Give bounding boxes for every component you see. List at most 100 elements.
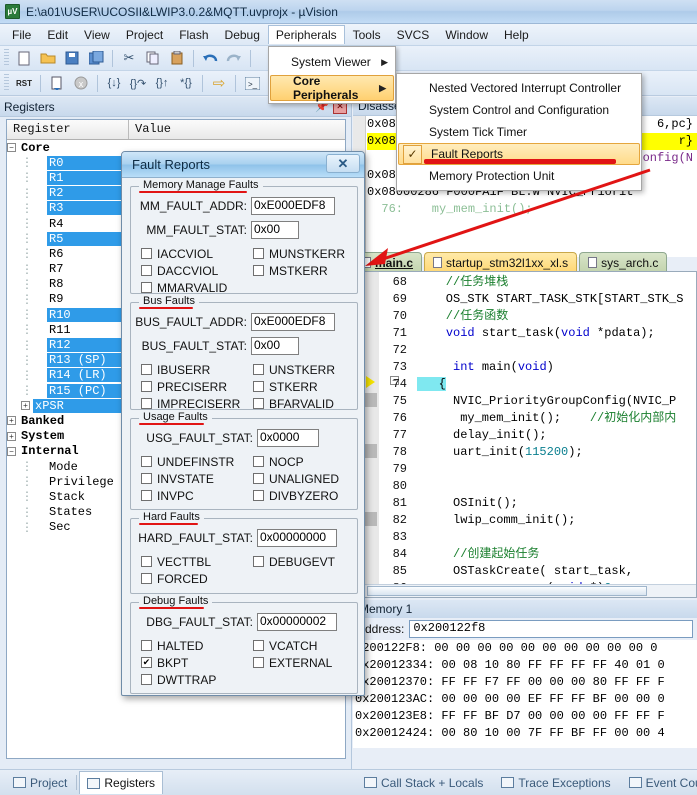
checkbox-vcatch[interactable]: VCATCH bbox=[253, 637, 332, 654]
menu-tools[interactable]: Tools bbox=[345, 25, 389, 45]
checkbox-dwttrap[interactable]: DWTTRAP bbox=[141, 671, 216, 688]
paste-icon[interactable] bbox=[166, 48, 188, 69]
checkbox-icon[interactable] bbox=[253, 657, 264, 668]
memory-hex-rows[interactable]: x200122F8: 00 00 00 00 00 00 00 00 00 00… bbox=[353, 640, 697, 748]
menu-item-system-viewer[interactable]: System Viewer ▶ bbox=[269, 49, 395, 75]
menu-project[interactable]: Project bbox=[118, 25, 171, 45]
checkbox-ibuserr[interactable]: IBUSERR bbox=[141, 361, 240, 378]
cut-icon[interactable]: ✂ bbox=[118, 48, 140, 69]
checkbox-icon[interactable] bbox=[253, 364, 264, 375]
menu-help[interactable]: Help bbox=[496, 25, 537, 45]
step-into-icon[interactable]: {↓} bbox=[103, 73, 125, 94]
tree-toggle-icon[interactable]: + bbox=[7, 416, 16, 426]
column-header-value[interactable]: Value bbox=[129, 120, 177, 139]
checkbox-bkpt[interactable]: ✔ BKPT bbox=[141, 654, 216, 671]
toolbar-grip[interactable] bbox=[4, 49, 9, 67]
field-value[interactable]: 0xE000EDF8 bbox=[251, 196, 335, 215]
checkbox-impreciserr[interactable]: IMPRECISERR bbox=[141, 395, 240, 412]
bottom-tab-project[interactable]: Project bbox=[6, 772, 74, 794]
checkbox-icon[interactable] bbox=[141, 473, 152, 484]
bottom-tab-registers[interactable]: Registers bbox=[79, 771, 164, 794]
reset-icon[interactable]: RST bbox=[13, 73, 35, 94]
field-value[interactable]: 0x00000002 bbox=[257, 612, 337, 631]
checkbox-mmarvalid[interactable]: MMARVALID bbox=[141, 279, 227, 296]
field-value[interactable]: 0x00000000 bbox=[257, 528, 337, 547]
checkbox-undefinstr[interactable]: UNDEFINSTR bbox=[141, 453, 234, 470]
checkbox-vecttbl[interactable]: VECTTBL bbox=[141, 553, 211, 570]
editor-breakpoint-margin[interactable] bbox=[365, 272, 379, 597]
checkbox-icon[interactable] bbox=[253, 456, 264, 467]
redo-icon[interactable] bbox=[223, 48, 245, 69]
checkbox-stkerr[interactable]: STKERR bbox=[253, 378, 335, 395]
checkbox-invpc[interactable]: INVPC bbox=[141, 487, 234, 504]
submenu-item-systick[interactable]: System Tick Timer bbox=[397, 121, 641, 143]
checkbox-halted[interactable]: HALTED bbox=[141, 637, 216, 654]
editor-hscrollbar[interactable] bbox=[365, 584, 696, 597]
checkbox-nocp[interactable]: NOCP bbox=[253, 453, 339, 470]
checkbox-icon[interactable]: ✔ bbox=[141, 657, 152, 668]
memory-address-input[interactable]: 0x200122f8 bbox=[409, 620, 693, 638]
checkbox-external[interactable]: EXTERNAL bbox=[253, 654, 332, 671]
open-folder-icon[interactable] bbox=[37, 48, 59, 69]
checkbox-debugevt[interactable]: DEBUGEVT bbox=[253, 553, 335, 570]
submenu-item-system-control[interactable]: System Control and Configuration bbox=[397, 99, 641, 121]
field-value[interactable]: 0x0000 bbox=[257, 428, 319, 447]
field-value[interactable]: 0x00 bbox=[251, 220, 299, 239]
checkbox-icon[interactable] bbox=[141, 265, 152, 276]
checkbox-icon[interactable] bbox=[141, 398, 152, 409]
save-all-icon[interactable] bbox=[85, 48, 107, 69]
checkbox-unaligned[interactable]: UNALIGNED bbox=[253, 470, 339, 487]
checkbox-icon[interactable] bbox=[253, 265, 264, 276]
run-to-cursor-icon[interactable]: *{} bbox=[175, 73, 197, 94]
menu-window[interactable]: Window bbox=[437, 25, 496, 45]
checkbox-icon[interactable] bbox=[141, 248, 152, 259]
editor-hscroll-thumb[interactable] bbox=[367, 586, 647, 596]
step-out-icon[interactable]: {}↑ bbox=[151, 73, 173, 94]
tree-toggle-icon[interactable]: − bbox=[7, 143, 16, 153]
checkbox-forced[interactable]: FORCED bbox=[141, 570, 211, 587]
field-value[interactable]: 0xE000EDF8 bbox=[251, 312, 335, 331]
menu-view[interactable]: View bbox=[76, 25, 118, 45]
checkbox-munstkerr[interactable]: MUNSTKERR bbox=[253, 245, 345, 262]
checkbox-icon[interactable] bbox=[253, 398, 264, 409]
bottom-tab-trace-exceptions[interactable]: Trace Exceptions bbox=[494, 772, 617, 794]
checkbox-icon[interactable] bbox=[141, 640, 152, 651]
bottom-tab-call-stack[interactable]: Call Stack + Locals bbox=[357, 772, 490, 794]
checkbox-icon[interactable] bbox=[141, 573, 152, 584]
tree-toggle-icon[interactable]: + bbox=[7, 431, 16, 441]
submenu-item-nvic[interactable]: Nested Vectored Interrupt Controller bbox=[397, 77, 641, 99]
checkbox-icon[interactable] bbox=[253, 248, 264, 259]
menu-file[interactable]: File bbox=[4, 25, 39, 45]
copy-icon[interactable] bbox=[142, 48, 164, 69]
run-to-main-icon[interactable] bbox=[46, 73, 68, 94]
checkbox-preciserr[interactable]: PRECISERR bbox=[141, 378, 240, 395]
menu-edit[interactable]: Edit bbox=[39, 25, 76, 45]
field-value[interactable]: 0x00 bbox=[251, 336, 299, 355]
checkbox-icon[interactable] bbox=[141, 556, 152, 567]
menu-debug[interactable]: Debug bbox=[217, 25, 268, 45]
checkbox-icon[interactable] bbox=[141, 364, 152, 375]
checkbox-icon[interactable] bbox=[141, 381, 152, 392]
checkbox-iaccviol[interactable]: IACCVIOL bbox=[141, 245, 227, 262]
checkbox-icon[interactable] bbox=[141, 674, 152, 685]
new-file-icon[interactable] bbox=[13, 48, 35, 69]
checkbox-divbyzero[interactable]: DIVBYZERO bbox=[253, 487, 339, 504]
checkbox-icon[interactable] bbox=[141, 282, 152, 293]
checkbox-icon[interactable] bbox=[141, 490, 152, 501]
checkbox-icon[interactable] bbox=[253, 640, 264, 651]
dialog-titlebar[interactable]: Fault Reports ✕ bbox=[122, 152, 364, 178]
menu-peripherals[interactable]: Peripherals bbox=[267, 25, 345, 44]
checkbox-icon[interactable] bbox=[253, 473, 264, 484]
next-statement-icon[interactable]: ⇨ bbox=[208, 73, 230, 94]
command-window-icon[interactable]: >_ bbox=[241, 73, 263, 94]
checkbox-invstate[interactable]: INVSTATE bbox=[141, 470, 234, 487]
checkbox-icon[interactable] bbox=[253, 381, 264, 392]
bottom-tab-event-counters[interactable]: Event Counters bbox=[622, 772, 697, 794]
code-editor[interactable]: − 68 //任务堆栈 69 OS_STK START_TASK_STK[STAR… bbox=[353, 271, 697, 598]
save-icon[interactable] bbox=[61, 48, 83, 69]
checkbox-unstkerr[interactable]: UNSTKERR bbox=[253, 361, 335, 378]
undo-icon[interactable] bbox=[199, 48, 221, 69]
close-icon[interactable]: ✕ bbox=[326, 154, 360, 173]
column-header-register[interactable]: Register bbox=[7, 120, 129, 139]
menu-svcs[interactable]: SVCS bbox=[389, 25, 438, 45]
